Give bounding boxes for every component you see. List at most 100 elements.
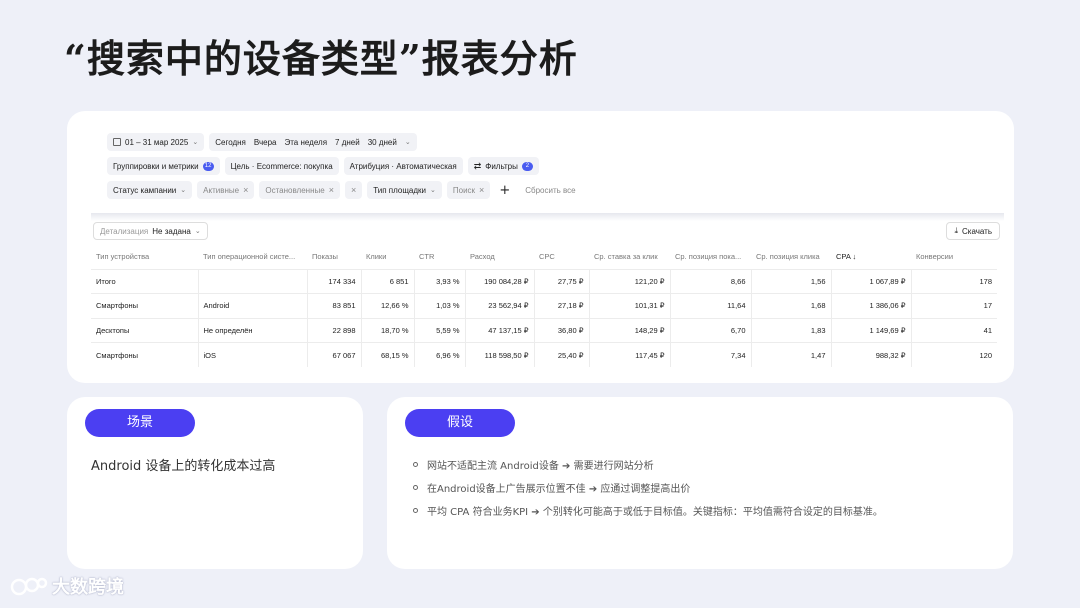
table-row[interactable]: Смартфоны iOS 67 067 68,15 % 6,96 % 118 598,5… (91, 342, 997, 367)
table-cell: 27,18 ₽ (534, 293, 590, 318)
column-header[interactable]: Ср. позиция клика (751, 245, 831, 269)
period-today[interactable]: Сегодня (215, 138, 246, 147)
table-cell: Смартфоны (91, 293, 199, 318)
table-cell: 121,20 ₽ (589, 268, 671, 294)
close-icon[interactable]: × (243, 185, 248, 195)
column-header[interactable]: Клики (361, 245, 414, 269)
chevron-down-icon: ⌄ (192, 139, 199, 146)
close-icon[interactable]: × (329, 185, 334, 195)
close-icon[interactable]: × (479, 185, 484, 195)
watermark-logo-icon (10, 573, 48, 599)
period-yesterday[interactable]: Вчера (254, 138, 277, 147)
table-cell: Смартфоны (91, 342, 199, 367)
campaign-status-filter[interactable]: Статус кампании ⌄ (107, 181, 193, 199)
period-30-days[interactable]: 30 дней (368, 138, 397, 147)
column-header[interactable]: CPC (534, 245, 589, 269)
table-cell: Android (198, 293, 308, 318)
column-header[interactable]: Конверсии (911, 245, 997, 269)
table-cell: Десктопы (91, 317, 199, 343)
table-cell: 1,83 (751, 317, 832, 343)
report-table: Тип устройства Тип операционной систе... П… (91, 245, 997, 367)
detail-label: Детализация (100, 226, 149, 236)
hypothesis-text: 网站不适配主流 Android设备 ➔ 需要进行网站分析 (427, 461, 654, 472)
placement-search-tag[interactable]: Поиск × (446, 181, 491, 199)
detail-selector[interactable]: Детализация Не задана ⌄ (93, 222, 208, 240)
table-cell: 178 (911, 268, 997, 294)
hypothesis-card: 假设 网站不适配主流 Android设备 ➔ 需要进行网站分析 在Android… (387, 397, 1013, 569)
table-cell: 8,66 (670, 268, 752, 294)
table-cell: 988,32 ₽ (831, 342, 912, 367)
remove-status-filter-button[interactable]: × (344, 181, 363, 199)
table-cell: Не определён (198, 317, 308, 343)
table-row[interactable]: Смартфоны Android 83 851 12,66 % 1,03 % 23 56… (91, 293, 997, 318)
filters-button[interactable]: ⇄ Фильтры 2 (467, 157, 539, 175)
bullet-icon (413, 462, 418, 467)
quick-period-group: Сегодня Вчера Эта неделя 7 дней 30 дней … (209, 133, 417, 151)
period-this-week[interactable]: Эта неделя (284, 138, 327, 147)
status-active-tag[interactable]: Активные × (197, 181, 255, 199)
placement-type-label: Тип площадки (373, 185, 426, 195)
scene-pill: 场景 (85, 409, 195, 437)
date-range-label: 01 – 31 мар 2025 (125, 137, 189, 147)
status-active-label: Активные (203, 185, 240, 195)
watermark: 大数跨境 (10, 573, 124, 599)
column-header[interactable]: Тип устройства (91, 245, 198, 269)
column-header[interactable]: CPA ↓ (831, 245, 911, 269)
column-header[interactable]: Расход (465, 245, 534, 269)
column-header[interactable]: Ср. ставка за клик (589, 245, 670, 269)
table-cell: 118 598,50 ₽ (465, 342, 535, 367)
reset-all-link[interactable]: Сбросить все (525, 186, 575, 195)
date-range-picker[interactable]: 01 – 31 мар 2025 ⌄ (107, 133, 205, 151)
table-cell: iOS (198, 342, 308, 367)
table-cell: 1 149,69 ₽ (831, 317, 912, 343)
groupings-metrics-button[interactable]: Группировки и метрики 12 (107, 157, 220, 175)
campaign-status-label: Статус кампании (113, 185, 177, 195)
column-header[interactable]: Ср. позиция пока... (670, 245, 751, 269)
bullet-icon (413, 508, 418, 513)
table-cell: 6 851 (361, 268, 415, 294)
table-cell: 47 137,15 ₽ (465, 317, 535, 343)
table-row[interactable]: Итого 174 334 6 851 3,93 % 190 084,28 ₽27,75… (91, 268, 997, 294)
download-button[interactable]: ⤓ Скачать (946, 222, 1000, 240)
close-icon: × (350, 185, 357, 195)
goal-selector[interactable]: Цель · Ecommerce: покупка (224, 157, 339, 175)
table-cell: 36,80 ₽ (534, 317, 590, 343)
chevron-down-icon: ⌄ (180, 187, 187, 194)
download-icon: ⤓ (954, 226, 958, 235)
hypothesis-text: 平均 CPA 符合业务KPI ➔ 个别转化可能高于或低于目标值。关键指标：平均值… (427, 507, 883, 518)
scene-text: Android 设备上的转化成本过高 (91, 459, 276, 474)
list-item: 在Android设备上广告展示位置不佳 ➔ 应通过调整提高出价 (413, 476, 883, 499)
table-cell: 1 386,06 ₽ (831, 293, 912, 318)
period-7-days[interactable]: 7 дней (335, 138, 360, 147)
table-cell: 6,70 (670, 317, 752, 343)
attribution-selector[interactable]: Атрибуция · Автоматическая (343, 157, 463, 175)
column-header[interactable]: Тип операционной систе... (198, 245, 307, 269)
table-cell: 22 898 (307, 317, 362, 343)
filter-settings-icon: ⇄ (473, 160, 482, 171)
placement-type-filter[interactable]: Тип площадки ⌄ (367, 181, 442, 199)
chevron-down-icon[interactable]: ⌄ (405, 138, 411, 146)
add-filter-plus-icon[interactable]: + (495, 183, 514, 198)
table-cell: 12,66 % (361, 293, 415, 318)
report-card: 01 – 31 мар 2025 ⌄ Сегодня Вчера Эта нед… (67, 111, 1014, 383)
status-stopped-tag[interactable]: Остановленные × (259, 181, 340, 199)
table-cell: 1,03 % (414, 293, 466, 318)
table-cell: 1,56 (751, 268, 832, 294)
filters-badge: 2 (521, 161, 533, 171)
scene-card: 场景 Android 设备上的转化成本过高 (67, 397, 363, 569)
download-label: Скачать (962, 226, 992, 236)
table-cell: 190 084,28 ₽ (465, 268, 535, 294)
divider (91, 213, 1004, 221)
table-row[interactable]: Десктопы Не определён 22 898 18,70 % 5,59 % 4… (91, 317, 997, 343)
calendar-icon (113, 138, 121, 146)
hypothesis-list: 网站不适配主流 Android设备 ➔ 需要进行网站分析 在Android设备上… (413, 453, 883, 522)
table-cell: 68,15 % (361, 342, 415, 367)
column-header[interactable]: Показы (307, 245, 361, 269)
column-header[interactable]: CTR (414, 245, 465, 269)
table-cell: 1,68 (751, 293, 832, 318)
table-cell: 174 334 (307, 268, 362, 294)
table-cell: 83 851 (307, 293, 362, 318)
table-cell: 18,70 % (361, 317, 415, 343)
table-cell: 148,29 ₽ (589, 317, 671, 343)
table-cell: 1,47 (751, 342, 832, 367)
